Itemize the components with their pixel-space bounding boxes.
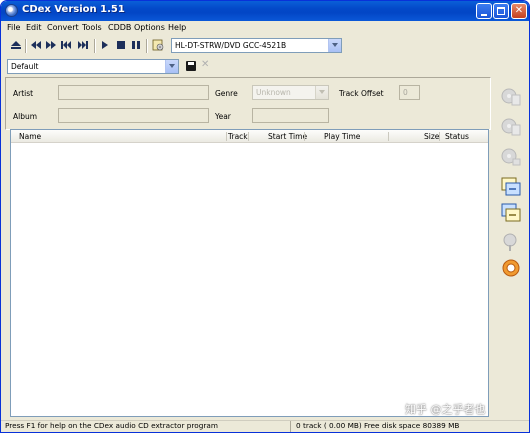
eject-icon[interactable] <box>10 39 22 51</box>
column-status[interactable]: Status <box>445 132 469 142</box>
window-title: CDex Version 1.51 <box>22 4 125 15</box>
chevron-down-icon <box>319 90 325 94</box>
cd-drive-select[interactable]: HL-DT-STRW/DVD GCC-4521B <box>171 38 342 53</box>
close-button[interactable]: ✕ <box>511 3 527 19</box>
fast-forward-icon[interactable] <box>60 39 72 51</box>
maximize-icon <box>497 7 505 15</box>
previous-track-icon[interactable] <box>30 39 42 51</box>
stop-icon[interactable] <box>115 39 127 51</box>
status-divider <box>290 421 291 432</box>
menu-cddb[interactable]: CDDB <box>108 23 131 32</box>
cd-info-icon[interactable] <box>152 39 164 51</box>
genre-dropdown-button[interactable] <box>315 86 328 99</box>
menu-help[interactable]: Help <box>168 23 186 32</box>
genre-label: Genre <box>215 89 238 98</box>
settings-icon[interactable] <box>500 257 522 279</box>
column-play-time[interactable]: Play Time <box>324 132 360 142</box>
next-track-icon[interactable] <box>77 39 89 51</box>
toolbar-separator <box>146 39 148 53</box>
column-divider[interactable] <box>226 132 227 141</box>
album-field[interactable] <box>58 108 209 123</box>
maximize-button[interactable] <box>493 3 509 19</box>
extract-to-wav-icon[interactable] <box>500 86 522 108</box>
convert-wav-to-mp3-icon[interactable] <box>500 175 522 197</box>
menu-file[interactable]: File <box>7 23 20 32</box>
menu-convert[interactable]: Convert <box>47 23 79 32</box>
menu-edit[interactable]: Edit <box>26 23 42 32</box>
genre-value: Unknown <box>256 88 291 97</box>
album-label: Album <box>13 112 38 121</box>
main-window: CDex Version 1.51 ✕ File Edit Convert To… <box>0 0 530 433</box>
status-disk-info: 0 track ( 0.00 MB) Free disk space 80389… <box>296 421 460 430</box>
artist-field[interactable] <box>58 85 209 100</box>
watermark-text: 知乎 @之乎者也 <box>405 403 486 416</box>
year-field[interactable] <box>252 108 329 123</box>
column-track[interactable]: Track <box>228 132 248 142</box>
track-list-header: Name Track Start Time Play Time Size Sta… <box>11 130 488 143</box>
title-bar[interactable]: CDex Version 1.51 ✕ <box>1 1 529 21</box>
minimize-button[interactable] <box>476 3 492 19</box>
profile-dropdown-button[interactable] <box>165 60 178 73</box>
record-icon[interactable] <box>500 231 522 253</box>
column-start-time[interactable]: Start Time <box>268 132 307 142</box>
status-help-text: Press F1 for help on the CDex audio CD e… <box>5 421 218 430</box>
chevron-down-icon <box>332 43 338 47</box>
menu-options[interactable]: Options <box>134 23 165 32</box>
toolbar-separator <box>94 39 96 53</box>
artist-label: Artist <box>13 89 34 98</box>
convert-mp3-to-wav-icon[interactable] <box>500 201 522 223</box>
menu-bar: File Edit Convert Tools CDDB Options Hel… <box>1 21 529 35</box>
track-offset-label: Track Offset <box>339 89 384 98</box>
profile-value: Default <box>11 62 39 71</box>
genre-select[interactable]: Unknown <box>252 85 329 100</box>
menu-tools[interactable]: Tools <box>82 23 102 32</box>
pause-icon[interactable] <box>130 39 142 51</box>
rewind-icon[interactable] <box>45 39 57 51</box>
year-label: Year <box>215 112 231 121</box>
profile-select[interactable]: Default <box>7 59 179 74</box>
column-divider[interactable] <box>439 132 440 141</box>
cd-drive-value: HL-DT-STRW/DVD GCC-4521B <box>175 41 287 50</box>
column-divider[interactable] <box>248 132 249 141</box>
column-size[interactable]: Size <box>424 132 439 142</box>
track-offset-field[interactable]: 0 <box>399 85 420 100</box>
cdex-app-icon[interactable] <box>5 4 18 17</box>
track-offset-value: 0 <box>403 88 408 97</box>
column-divider[interactable] <box>388 132 389 141</box>
play-icon[interactable] <box>99 39 111 51</box>
cd-drive-dropdown-button[interactable] <box>328 39 341 52</box>
column-divider[interactable] <box>304 132 305 141</box>
extract-partial-icon[interactable] <box>500 146 522 168</box>
minimize-icon <box>481 14 487 16</box>
delete-profile-icon[interactable]: ✕ <box>201 59 211 71</box>
close-icon: ✕ <box>514 5 524 16</box>
track-list[interactable]: Name Track Start Time Play Time Size Sta… <box>10 129 489 417</box>
save-profile-icon[interactable] <box>186 61 196 71</box>
toolbar-separator <box>25 39 27 53</box>
column-name[interactable]: Name <box>19 132 41 142</box>
extract-to-mp3-icon[interactable] <box>500 116 522 138</box>
chevron-down-icon <box>169 64 175 68</box>
